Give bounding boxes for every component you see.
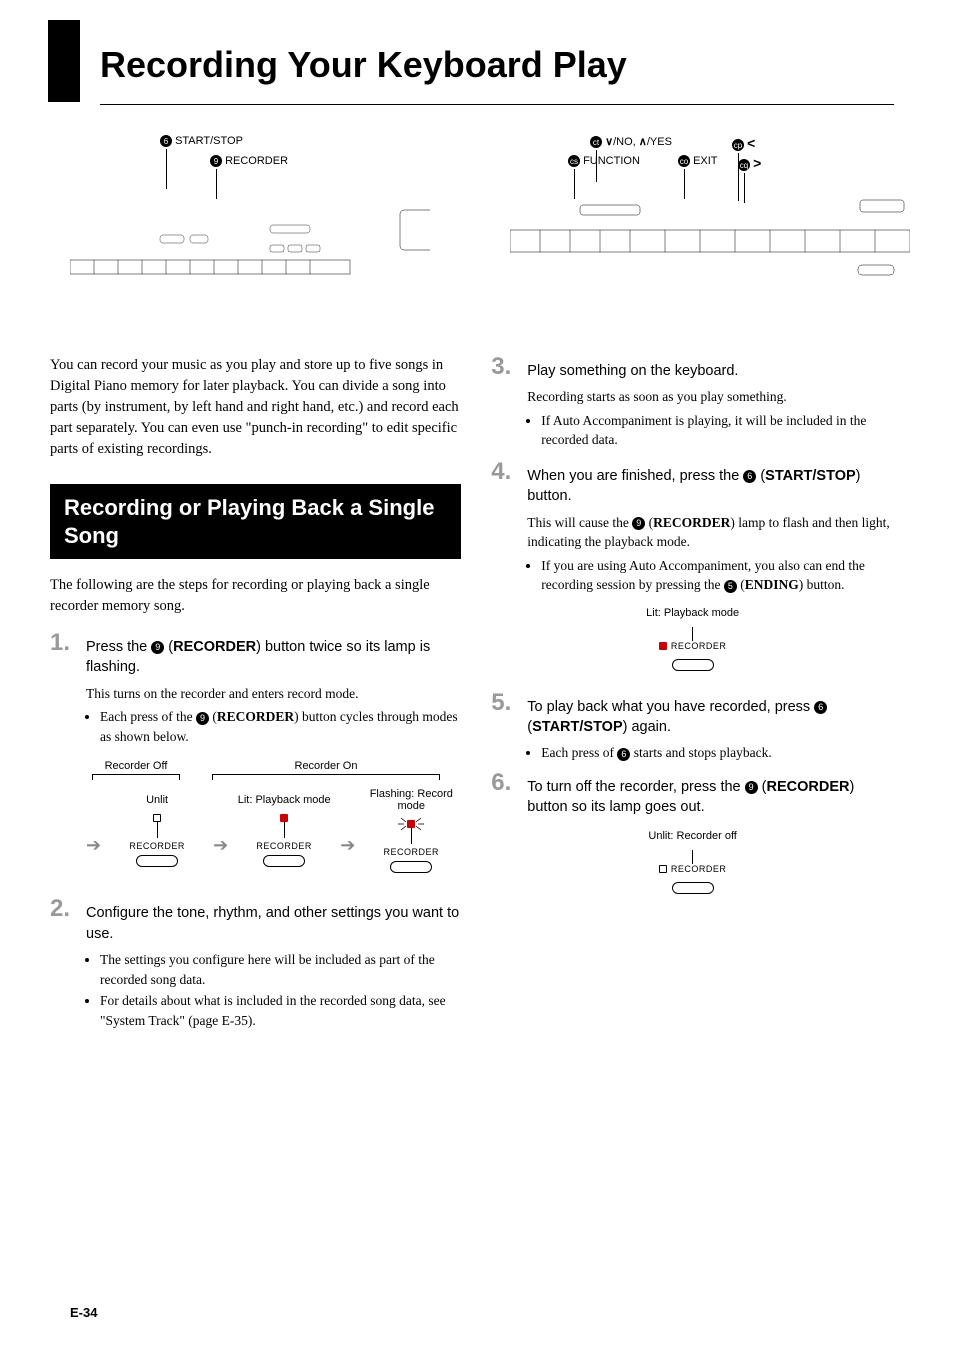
recorder-button-icon <box>672 882 714 894</box>
page-number: E-34 <box>70 1305 97 1320</box>
step-4-sub2: If you are using Auto Accompaniment, you… <box>541 556 894 595</box>
intro-paragraph: You can record your music as you play an… <box>50 355 461 460</box>
step-1: 1 Press the 9 (RECORDER) button twice so… <box>50 631 461 678</box>
step-6-text: To turn off the recorder, press the 9 (R… <box>527 771 894 818</box>
step-4: 4 When you are finished, press the 6 (ST… <box>491 460 894 507</box>
mini-off-caption: Unlit: Recorder off <box>491 830 894 842</box>
step-4-sub1: This will cause the 9 (RECORDER) lamp to… <box>527 513 894 552</box>
step-5-text: To play back what you have recorded, pre… <box>527 691 894 738</box>
recorder-button-icon <box>672 659 714 671</box>
page-title: Recording Your Keyboard Play <box>100 20 894 105</box>
step-number: 4 <box>491 460 519 507</box>
step-3: 3 Play something on the keyboard. <box>491 355 894 381</box>
step-1-sub-list: Each press of the 9 (RECORDER) button cy… <box>86 707 461 746</box>
step-2-sub2: For details about what is included in th… <box>100 991 461 1030</box>
title-accent-block <box>48 20 80 102</box>
step-1-sub2: Each press of the 9 (RECORDER) button cy… <box>100 707 461 746</box>
section-intro: The following are the steps for recordin… <box>50 575 461 617</box>
led-lit-icon <box>280 814 288 822</box>
step-2-sub1: The settings you configure here will be … <box>100 950 461 989</box>
step-number: 1 <box>50 631 78 678</box>
step-2-text: Configure the tone, rhythm, and other se… <box>86 897 461 944</box>
recorder-label: RECORDER <box>361 847 461 857</box>
step-3-text: Play something on the keyboard. <box>527 355 894 381</box>
recorder-on-label: Recorder On <box>206 760 446 772</box>
step-number: 5 <box>491 691 519 738</box>
step-5-sub-list: Each press of 6 starts and stops playbac… <box>527 743 894 763</box>
led-lit-icon <box>659 642 667 650</box>
step-number: 2 <box>50 897 78 944</box>
mini-playback-caption: Lit: Playback mode <box>491 607 894 619</box>
step-5-sub1: Each press of 6 starts and stops playbac… <box>541 743 894 763</box>
recorder-button-icon <box>390 861 432 873</box>
panel-right-schematic <box>510 175 910 295</box>
step-1-sub1: This turns on the recorder and enters re… <box>86 684 461 704</box>
step-3-sub2: If Auto Accompaniment is playing, it wil… <box>541 411 894 450</box>
arrow-icon: ➔ <box>86 805 101 856</box>
step-6: 6 To turn off the recorder, press the 9 … <box>491 771 894 818</box>
state-unlit-label: Unlit <box>107 794 207 806</box>
arrow-icon: ➔ <box>213 805 228 856</box>
step-5: 5 To play back what you have recorded, p… <box>491 691 894 738</box>
step-4-text: When you are finished, press the 6 (STAR… <box>527 460 894 507</box>
step-1-text: Press the 9 (RECORDER) button twice so i… <box>86 631 461 678</box>
recorder-label: RECORDER <box>671 641 727 651</box>
step-3-sub-list: If Auto Accompaniment is playing, it wil… <box>527 411 894 450</box>
step-3-sub1: Recording starts as soon as you play som… <box>527 387 894 407</box>
recorder-label: RECORDER <box>234 841 334 851</box>
step-4-sub-list: If you are using Auto Accompaniment, you… <box>527 556 894 595</box>
step-2-sub-list: The settings you configure here will be … <box>86 950 461 1030</box>
recorder-label: RECORDER <box>107 841 207 851</box>
state-playback-label: Lit: Playback mode <box>234 794 334 806</box>
recorder-off-mini-diagram: Unlit: Recorder off RECORDER <box>491 830 894 894</box>
recorder-button-icon <box>263 855 305 867</box>
step-2: 2 Configure the tone, rhythm, and other … <box>50 897 461 944</box>
flash-rays-icon <box>396 815 426 833</box>
led-unlit-icon <box>659 865 667 873</box>
panel-left-schematic <box>70 175 430 295</box>
recorder-mode-diagram: Recorder Off Recorder On ➔ Unlit <box>86 760 461 873</box>
led-unlit-icon <box>153 814 161 822</box>
step-number: 3 <box>491 355 519 381</box>
state-flashing-label: Flashing: Record mode <box>361 788 461 812</box>
playback-mode-mini-diagram: Lit: Playback mode RECORDER <box>491 607 894 671</box>
control-panel-diagram: 6 START/STOP 9 RECORDER ct ∨/NO, ∧/YES c… <box>50 135 894 325</box>
recorder-button-icon <box>136 855 178 867</box>
section-heading: Recording or Playing Back a Single Song <box>50 484 461 559</box>
recorder-off-label: Recorder Off <box>86 760 186 772</box>
arrow-icon: ➔ <box>340 805 355 856</box>
step-number: 6 <box>491 771 519 818</box>
recorder-label: RECORDER <box>671 864 727 874</box>
